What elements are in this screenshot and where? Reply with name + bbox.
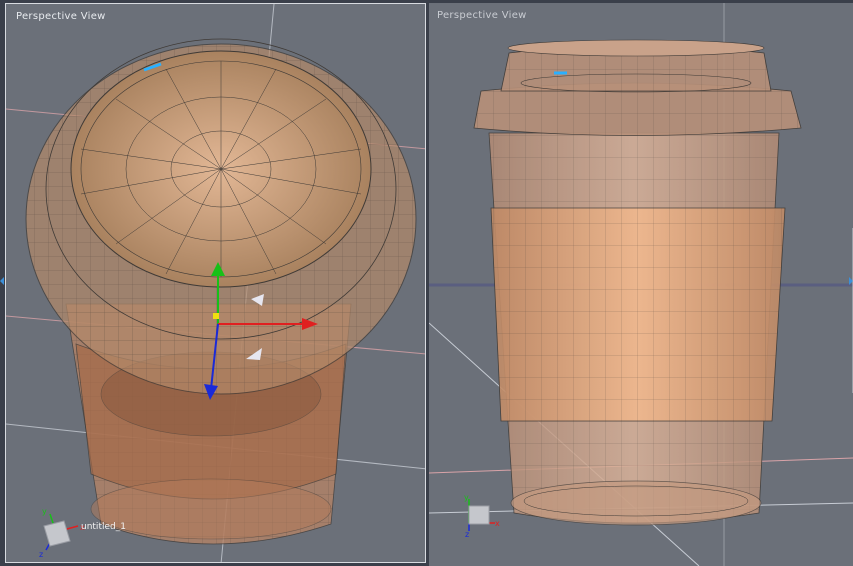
gizmo-center-handle[interactable] [213,313,219,319]
svg-text:z: z [465,530,469,539]
viewport-title-right: Perspective View [437,10,527,21]
viewport-title-left: Perspective View [16,11,106,22]
perspective-viewport-right[interactable]: x y z Perspective View [429,3,853,566]
perspective-viewport-left[interactable]: x y z Perspective View untitled_1 [5,3,426,563]
viewport-divider-arrow-left-icon[interactable] [0,277,4,285]
axis-triad: x y z [39,507,85,559]
viewport-canvas-right[interactable]: x y z [429,3,853,566]
svg-text:x: x [495,519,500,528]
object-name-label: untitled_1 [81,522,126,532]
svg-text:z: z [39,550,43,559]
cup-model[interactable] [473,39,802,526]
svg-text:y: y [464,493,469,502]
svg-text:y: y [42,507,47,516]
axis-triad: x y z [464,493,500,539]
cup-model[interactable] [25,38,417,545]
viewport-canvas-left[interactable]: x y z [6,4,426,563]
viewport-divider-arrow-right-icon[interactable] [849,277,853,285]
